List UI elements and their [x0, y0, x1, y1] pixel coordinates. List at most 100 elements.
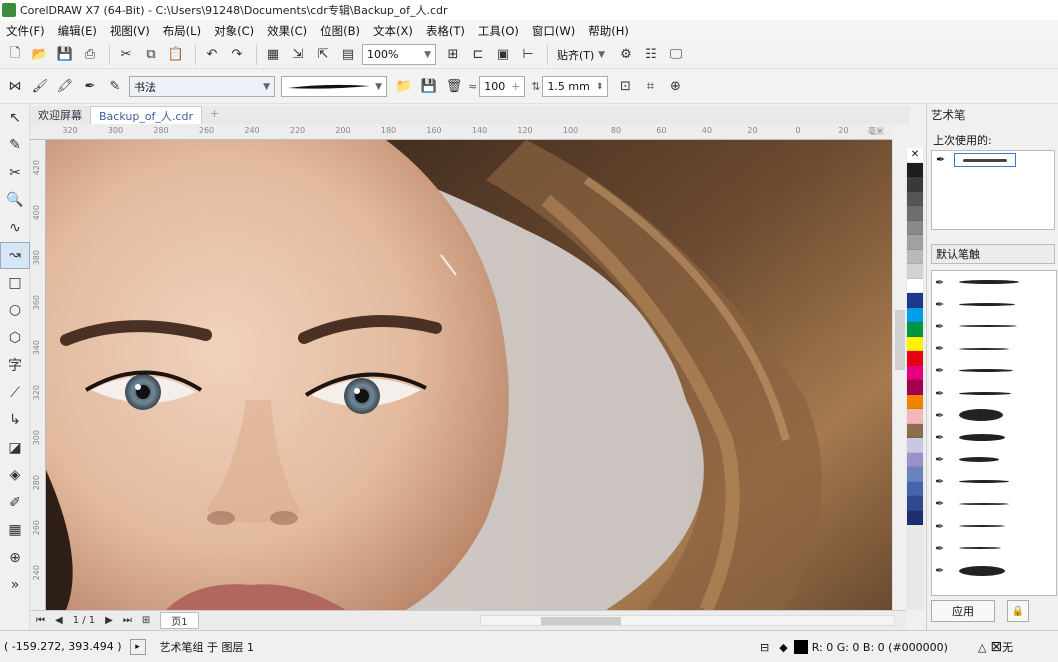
menu-window[interactable]: 窗口(W) — [532, 23, 575, 39]
preset-tool-icon[interactable]: ⋈ — [4, 76, 26, 98]
import-icon[interactable]: ⇲ — [287, 44, 309, 66]
save-icon[interactable]: 💾 — [54, 44, 76, 66]
color-swatch[interactable] — [907, 481, 923, 496]
options-icon[interactable]: ⚙ — [615, 44, 637, 66]
stroke-list-item[interactable]: ✒ — [932, 471, 1056, 493]
connector-tool-icon[interactable]: ↳ — [0, 407, 30, 435]
color-swatch[interactable] — [907, 438, 923, 453]
no-color-swatch[interactable]: ✕ — [907, 148, 923, 163]
brush-tool-icon[interactable]: 🖌 — [29, 76, 51, 98]
lock-icon[interactable]: 🔒 — [1007, 600, 1029, 622]
stroke-list-item[interactable]: ✒ — [932, 360, 1056, 382]
crop-tool-icon[interactable]: ✂ — [0, 159, 30, 187]
recent-stroke-item[interactable] — [954, 153, 1016, 167]
stroke-list-item[interactable]: ✒ — [932, 293, 1056, 315]
color-swatch[interactable] — [907, 322, 923, 337]
print-icon[interactable]: ⎙ — [79, 44, 101, 66]
zoom-tool-icon[interactable]: 🔍 — [0, 187, 30, 215]
preset-stroke-select[interactable]: ▼ — [281, 76, 387, 97]
color-swatch[interactable] — [907, 235, 923, 250]
horizontal-scrollbar[interactable] — [480, 615, 895, 626]
ellipse-tool-icon[interactable]: ○ — [0, 297, 30, 325]
color-swatch[interactable] — [907, 249, 923, 264]
sprayer-tool-icon[interactable]: 🖍 — [54, 76, 76, 98]
stroke-list-item[interactable]: ✒ — [932, 315, 1056, 337]
stroke-list-item[interactable]: ✒ — [932, 404, 1056, 426]
menu-file[interactable]: 文件(F) — [6, 23, 45, 39]
color-swatch[interactable] — [907, 351, 923, 366]
menu-text[interactable]: 文本(X) — [373, 23, 413, 39]
text-tool-icon[interactable]: 字 — [0, 352, 30, 380]
color-swatch[interactable] — [907, 467, 923, 482]
color-swatch[interactable] — [907, 307, 923, 322]
color-swatch[interactable] — [907, 409, 923, 424]
menu-table[interactable]: 表格(T) — [426, 23, 465, 39]
vertical-scroll-thumb[interactable] — [895, 310, 905, 370]
stroke-list-item[interactable]: ✒ — [932, 515, 1056, 537]
open-folder-icon[interactable]: 📂 — [29, 44, 51, 66]
menu-tools[interactable]: 工具(O) — [478, 23, 519, 39]
color-swatch[interactable] — [907, 336, 923, 351]
add-page-icon[interactable]: ⊞ — [142, 615, 150, 626]
new-document-icon[interactable]: 🗋 — [4, 44, 26, 66]
color-swatch[interactable] — [907, 452, 923, 467]
no-outline-icon[interactable]: ⊠ — [990, 639, 1002, 655]
add-icon[interactable]: ⊕ — [664, 76, 686, 98]
color-swatch[interactable] — [907, 177, 923, 192]
vertical-ruler[interactable]: 420 400 380 360 340 320 300 280 260 240 — [30, 140, 46, 610]
color-swatch[interactable] — [907, 191, 923, 206]
delete-stroke-icon[interactable]: 🗑 — [443, 76, 465, 98]
application-launcher-icon[interactable]: ☷ — [640, 44, 662, 66]
rectangle-tool-icon[interactable]: □ — [0, 269, 30, 297]
pick-tool-icon[interactable]: ↖ — [0, 104, 30, 132]
snap-to-menu[interactable]: 贴齐(T) ▼ — [553, 44, 609, 65]
last-page-icon[interactable]: ⏭ — [123, 615, 132, 626]
new-tab-button[interactable]: + — [202, 106, 227, 124]
color-swatch[interactable] — [907, 162, 923, 177]
cut-icon[interactable]: ✂ — [115, 44, 137, 66]
freehand-tool-icon[interactable]: ∿ — [0, 214, 30, 242]
drawing-canvas[interactable] — [46, 140, 892, 610]
color-swatch[interactable] — [907, 278, 923, 293]
add-tool-icon[interactable]: ⊕ — [0, 544, 30, 572]
zoom-level-select[interactable]: 100% ▼ — [362, 44, 436, 65]
expand-toolbox-icon[interactable]: » — [0, 572, 30, 600]
vertical-scrollbar[interactable] — [892, 140, 906, 610]
color-swatch[interactable] — [907, 510, 923, 525]
previous-page-icon[interactable]: ◀ — [55, 615, 63, 626]
apply-button[interactable]: 应用 — [931, 600, 995, 622]
pressure-tool-icon[interactable]: ✎ — [104, 76, 126, 98]
color-swatch[interactable] — [907, 206, 923, 221]
play-icon[interactable]: ▸ — [129, 638, 146, 655]
first-page-icon[interactable]: ⏮ — [36, 615, 45, 626]
tab-document[interactable]: Backup_of_人.cdr — [90, 106, 202, 124]
color-swatch[interactable] — [907, 365, 923, 380]
export-icon[interactable]: ⇱ — [312, 44, 334, 66]
search-content-icon[interactable]: ▦ — [262, 44, 284, 66]
stroke-list-item[interactable]: ✒ — [932, 559, 1056, 581]
stroke-list-item[interactable]: ✒ — [932, 449, 1056, 471]
eyedropper-tool-icon[interactable]: ✐ — [0, 489, 30, 517]
color-proofing-icon[interactable]: ⊟ — [760, 641, 769, 654]
color-swatch[interactable] — [907, 380, 923, 395]
undo-icon[interactable]: ↶ — [201, 44, 223, 66]
stroke-list-item[interactable]: ✒ — [932, 537, 1056, 559]
color-swatch[interactable] — [907, 264, 923, 279]
page-tab[interactable]: 页1 — [160, 612, 199, 629]
stroke-list-item[interactable]: ✒ — [932, 271, 1056, 293]
menu-edit[interactable]: 编辑(E) — [58, 23, 97, 39]
horizontal-scroll-thumb[interactable] — [541, 617, 621, 625]
menu-effects[interactable]: 效果(C) — [267, 23, 307, 39]
recent-strokes-list[interactable]: ✒ — [931, 150, 1055, 230]
next-page-icon[interactable]: ▶ — [105, 615, 113, 626]
color-swatch[interactable] — [907, 293, 923, 308]
smoothing-field[interactable]: 100 ＋ — [479, 76, 526, 97]
stroke-list-item[interactable]: ✒ — [932, 338, 1056, 360]
redo-icon[interactable]: ↷ — [226, 44, 248, 66]
menu-view[interactable]: 视图(V) — [110, 23, 150, 39]
fill-color-swatch[interactable] — [793, 640, 808, 654]
save-stroke-icon[interactable]: 💾 — [418, 76, 440, 98]
preset-select[interactable]: 书法 ▼ — [129, 76, 275, 97]
paste-icon[interactable]: 📋 — [165, 44, 187, 66]
stroke-list-item[interactable]: ✒ — [932, 493, 1056, 515]
